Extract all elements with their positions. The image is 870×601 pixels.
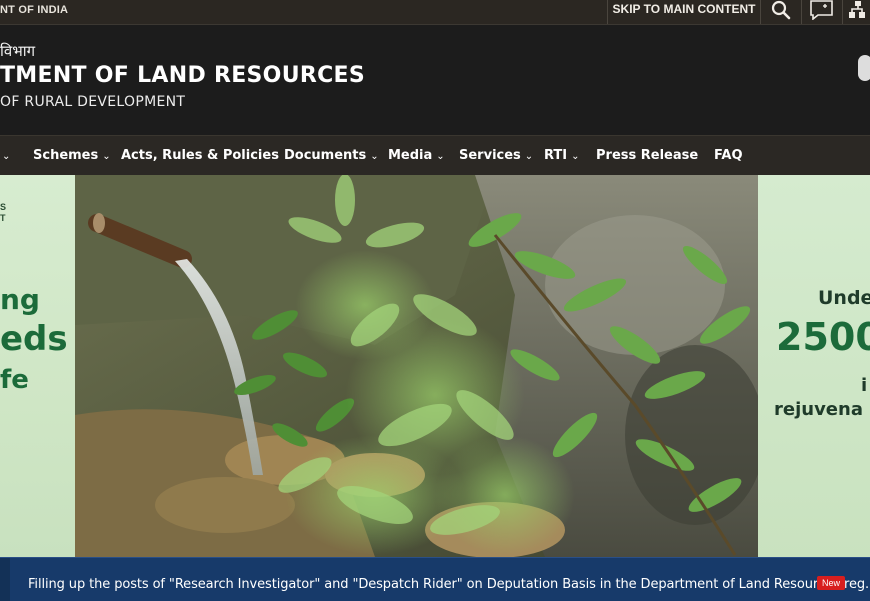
nav-chevron-partial[interactable]: ⌄ [0, 136, 10, 176]
department-title[interactable]: TMENT OF LAND RESOURCES [0, 63, 365, 88]
hero-slider[interactable]: S T ng eds fe Unde 2500 i rejuvena [0, 175, 870, 557]
slide-heading-line: rejuvena [774, 399, 863, 420]
chevron-down-icon: ⌄ [524, 151, 534, 162]
chevron-down-icon: ⌄ [571, 151, 580, 162]
slide-heading-line: Unde [818, 287, 870, 309]
news-ticker: Filling up the posts of "Research Invest… [0, 557, 870, 601]
slide-previous-panel[interactable]: S T ng eds fe [0, 175, 75, 557]
search-button[interactable] [760, 0, 801, 24]
ticker-news-link[interactable]: Filling up the posts of "Research Invest… [28, 577, 869, 592]
slide-heading-line: fe [0, 365, 29, 395]
nav-item-documents[interactable]: Documents ⌄ [284, 136, 379, 176]
slide-heading-line: i [861, 375, 868, 396]
nav-item-services[interactable]: Services ⌄ [459, 136, 533, 176]
slide-image-water-spring [75, 175, 758, 557]
chevron-down-icon: ⌄ [2, 151, 11, 162]
slide-small-text: S [0, 202, 7, 212]
top-bar: NT OF INDIA SKIP TO MAIN CONTENT [0, 0, 870, 25]
search-icon [771, 0, 791, 20]
feedback-button[interactable] [801, 0, 842, 24]
nav-item-press-release[interactable]: Press Release [596, 136, 698, 176]
government-label: NT OF INDIA [0, 4, 69, 16]
nav-item-acts-rules-policies[interactable]: Acts, Rules & Policies [121, 136, 279, 176]
ticker-left-edge [0, 558, 10, 601]
department-name-hindi: विभाग [0, 42, 36, 60]
slide-small-text: T [0, 213, 6, 223]
slide-next-panel[interactable]: Unde 2500 i rejuvena [758, 175, 870, 557]
skip-to-main-content-link[interactable]: SKIP TO MAIN CONTENT [607, 0, 760, 24]
nav-item-schemes[interactable]: Schemes ⌄ [33, 136, 111, 176]
slide-heading-line: 2500 [776, 315, 870, 359]
site-header: विभाग TMENT OF LAND RESOURCES OF RURAL D… [0, 25, 870, 135]
main-navigation: ⌄ Schemes ⌄ Acts, Rules & Policies Docume… [0, 135, 870, 176]
sitemap-icon [849, 1, 865, 18]
nav-item-rti[interactable]: RTI ⌄ [544, 136, 580, 176]
new-badge: New [817, 576, 846, 590]
slide-heading-line: ng [0, 283, 40, 316]
slide-heading-line: eds [0, 319, 68, 359]
feedback-icon [810, 0, 833, 20]
chevron-down-icon: ⌄ [436, 151, 445, 162]
nav-item-media[interactable]: Media ⌄ [388, 136, 445, 176]
national-emblem-icon [858, 55, 870, 81]
chevron-down-icon: ⌄ [102, 151, 111, 162]
nav-item-faq[interactable]: FAQ [714, 136, 743, 176]
sitemap-button[interactable] [842, 0, 870, 24]
chevron-down-icon: ⌄ [370, 151, 379, 162]
ministry-subtitle: OF RURAL DEVELOPMENT [0, 94, 186, 110]
